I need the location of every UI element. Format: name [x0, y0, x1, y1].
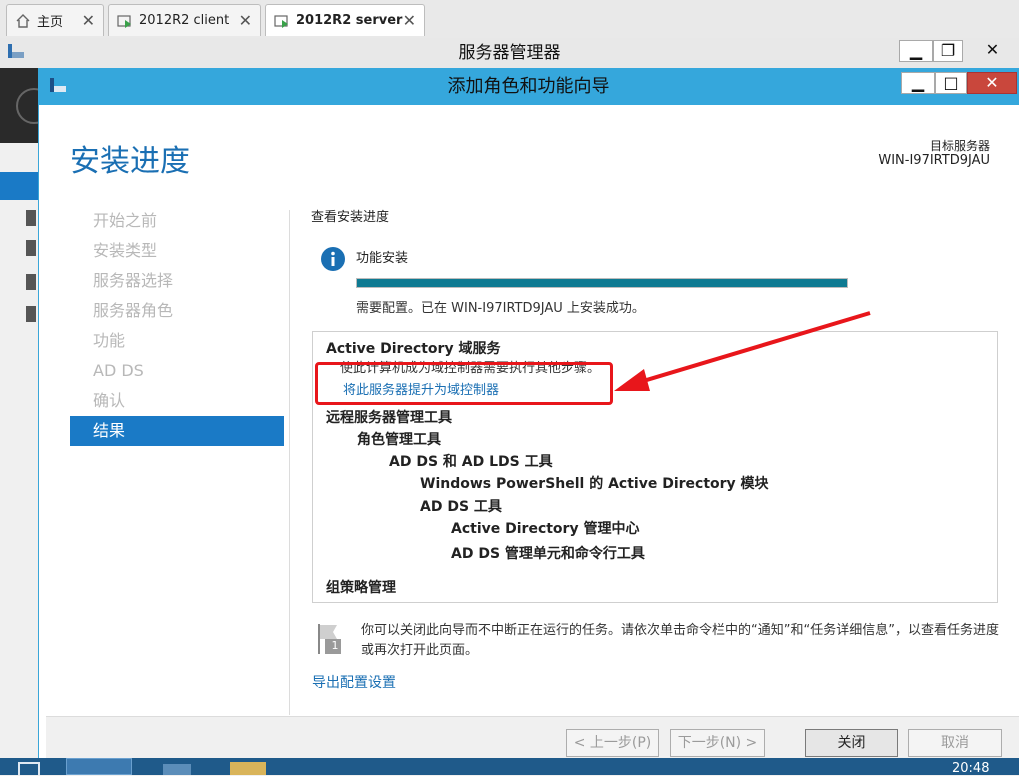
server-manager-title: 服务器管理器: [458, 43, 561, 63]
tree-item-adds-tools: AD DS 工具: [420, 499, 502, 515]
close-icon[interactable]: ✕: [82, 11, 95, 30]
nav-item-features[interactable]: 功能: [93, 326, 125, 356]
target-server-label: 目标服务器: [929, 139, 990, 153]
close-icon[interactable]: ✕: [239, 11, 252, 30]
tree-item-role-admin-tools: 角色管理工具: [357, 432, 441, 448]
tab-home[interactable]: 主页 ✕: [6, 4, 104, 36]
home-icon: [16, 13, 30, 28]
nav-item-installation-type[interactable]: 安装类型: [93, 236, 157, 266]
tab-label: 2012R2 server: [296, 13, 403, 28]
section-heading: 查看安装进度: [311, 210, 390, 225]
tab-2012r2-client[interactable]: 2012R2 client ✕: [108, 4, 261, 36]
annotation-highlight-box: [315, 362, 613, 405]
sidebar-item-local-server[interactable]: [26, 210, 36, 226]
export-config-link[interactable]: 导出配置设置: [312, 672, 396, 692]
taskbar-file-explorer[interactable]: [230, 762, 266, 775]
note-text: 你可以关闭此向导而不中断正在运行的任务。请依次单击命令栏中的“通知”和“任务详细…: [361, 623, 999, 658]
tree-item-rsat: 远程服务器管理工具: [326, 410, 452, 426]
close-button[interactable]: ✕: [966, 40, 1019, 62]
progress-bar: [356, 278, 848, 288]
taskbar-server-manager[interactable]: [66, 758, 132, 775]
wizard-minimize-button[interactable]: ▁: [901, 72, 935, 94]
page-title: 安装进度: [70, 144, 190, 179]
taskbar-clock: 20:48: [952, 761, 990, 776]
target-server-name: WIN-I97IRTD9JAU: [878, 153, 990, 168]
tree-item-gpmc: 组策略管理: [326, 580, 396, 596]
next-button[interactable]: 下一步(N) >: [670, 729, 765, 757]
notification-count-badge: 1: [331, 639, 339, 652]
annotation-arrow: [614, 311, 871, 391]
restore-button[interactable]: ❐: [933, 40, 963, 62]
tree-item-adds-snapins: AD DS 管理单元和命令行工具: [451, 546, 645, 562]
vm-icon: [274, 14, 288, 28]
nav-item-ad-ds[interactable]: AD DS: [93, 356, 144, 386]
cancel-button[interactable]: 取消: [908, 729, 1002, 757]
nav-item-results[interactable]: 结果: [93, 416, 125, 446]
wizard-maximize-button[interactable]: □: [935, 72, 967, 94]
nav-item-confirmation[interactable]: 确认: [93, 386, 125, 416]
info-icon: [321, 247, 345, 271]
sidebar-item-all-servers[interactable]: [26, 240, 36, 256]
wizard-title: 添加角色和功能向导: [447, 76, 610, 97]
nav-item-before-you-begin[interactable]: 开始之前: [93, 206, 157, 236]
adds-title: Active Directory 域服务: [326, 341, 501, 357]
tree-item-powershell-module: Windows PowerShell 的 Active Directory 模块: [420, 476, 769, 492]
tree-item-ad-admin-center: Active Directory 管理中心: [451, 521, 640, 537]
tab-label: 2012R2 client: [139, 13, 230, 28]
tab-2012r2-server[interactable]: 2012R2 server ✕: [265, 4, 425, 36]
sidebar-item-file-services[interactable]: [26, 274, 36, 290]
close-icon[interactable]: ✕: [403, 11, 416, 30]
tab-label: 主页: [37, 15, 64, 30]
nav-divider: [289, 210, 290, 715]
server-manager-sidebar: [0, 68, 38, 753]
minimize-button[interactable]: ▁: [899, 40, 933, 62]
nav-item-server-selection[interactable]: 服务器选择: [93, 266, 173, 296]
sidebar-item-dashboard[interactable]: [0, 172, 38, 200]
progress-fill: [357, 279, 847, 287]
nav-item-server-roles[interactable]: 服务器角色: [93, 296, 173, 326]
vm-icon: [117, 14, 131, 28]
taskbar-powershell[interactable]: [163, 764, 191, 775]
close-wizard-button[interactable]: 关闭: [805, 729, 898, 757]
previous-button[interactable]: < 上一步(P): [566, 729, 659, 757]
taskbar: [0, 758, 1019, 775]
wizard-close-button[interactable]: ✕: [967, 72, 1017, 94]
start-button[interactable]: [18, 762, 40, 775]
sidebar-item-ad-ds[interactable]: [26, 306, 36, 322]
feature-install-label: 功能安装: [356, 251, 409, 266]
tree-item-adds-adlds-tools: AD DS 和 AD LDS 工具: [389, 454, 553, 470]
